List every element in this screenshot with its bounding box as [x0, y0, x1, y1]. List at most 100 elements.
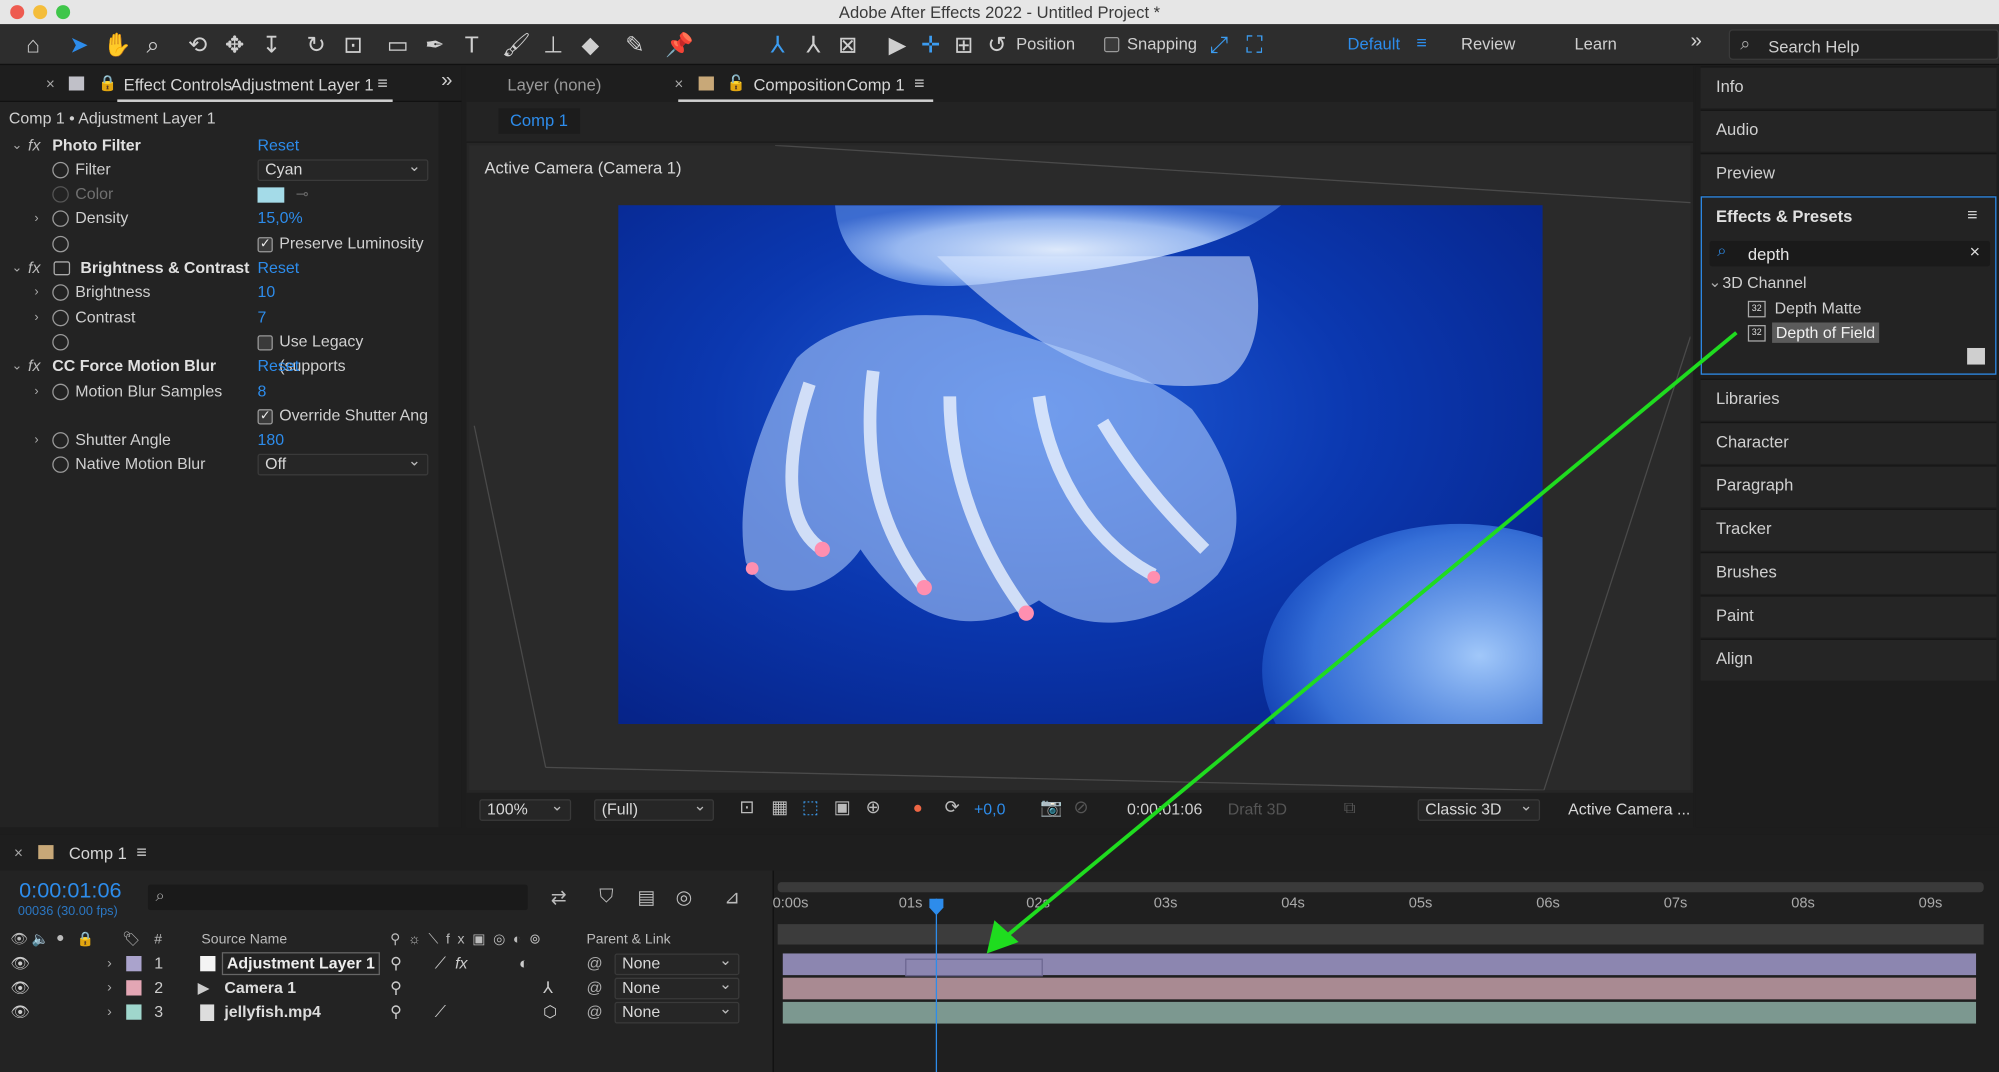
renderer-dropdown[interactable]: Classic 3D: [1417, 797, 1541, 821]
pick-whip-icon[interactable]: @: [586, 952, 602, 976]
paragraph-panel-header[interactable]: Paragraph: [1700, 465, 1997, 508]
expand-chevron-icon[interactable]: ›: [34, 428, 38, 452]
audio-panel-header[interactable]: Audio: [1700, 109, 1997, 152]
brushes-panel-header[interactable]: Brushes: [1700, 551, 1997, 594]
3d-layer-switch-icon[interactable]: ⅄: [543, 976, 553, 1000]
panel-expand-icon[interactable]: »: [441, 70, 452, 93]
workspace-review[interactable]: Review: [1461, 34, 1515, 53]
graph-editor-icon[interactable]: ⊿: [724, 886, 740, 909]
anchor-point-tool-icon[interactable]: ⊡: [338, 29, 369, 60]
snap-features-icon[interactable]: ⛶: [1239, 29, 1270, 60]
panel-menu-icon[interactable]: ≡: [1967, 204, 1977, 224]
layer-name[interactable]: jellyfish.mp4: [224, 1001, 321, 1025]
stopwatch-icon[interactable]: [52, 161, 69, 179]
stopwatch-icon[interactable]: [52, 383, 69, 401]
collapse-chevron-icon[interactable]: ⌄: [11, 256, 22, 280]
parent-dropdown[interactable]: None: [614, 975, 740, 1000]
zoom-window-button[interactable]: [56, 5, 71, 20]
local-axis-mode-icon[interactable]: ⅄: [762, 29, 793, 60]
shy-switch-icon[interactable]: ⚲: [390, 976, 402, 1000]
fast-previews-icon[interactable]: ⊡: [739, 797, 754, 819]
source-name-header[interactable]: Source Name: [201, 932, 287, 947]
libraries-panel-header[interactable]: Libraries: [1700, 378, 1997, 421]
composition-tab-label[interactable]: Composition: [753, 75, 845, 94]
stopwatch-icon[interactable]: [52, 186, 69, 203]
density-value[interactable]: 15,0%: [258, 206, 303, 230]
search-help-field[interactable]: ⌕ Search Help: [1728, 29, 1999, 60]
mask-visibility-icon[interactable]: ⬚: [802, 797, 819, 819]
view-axis-mode-icon[interactable]: ⊠: [832, 29, 863, 60]
stopwatch-icon[interactable]: [52, 309, 69, 327]
layer-bar-footage[interactable]: [782, 1001, 1977, 1024]
effect-photo-filter[interactable]: ⌄ fx Photo Filter Reset: [0, 134, 433, 158]
workspace-default[interactable]: Default: [1348, 34, 1401, 53]
effects-search-field[interactable]: ⌕ depth ×: [1709, 240, 1991, 267]
world-axis-mode-icon[interactable]: ⅄: [798, 29, 829, 60]
collapse-chevron-icon[interactable]: ⌄: [11, 134, 22, 158]
3d-layer-switch-icon[interactable]: ⬡: [543, 1001, 557, 1025]
effect-result-depth-of-field[interactable]: 32 Depth of Field: [1747, 322, 1990, 345]
effect-result-depth-matte[interactable]: 32 Depth Matte: [1747, 298, 1990, 321]
snapping-label[interactable]: Snapping: [1127, 34, 1197, 53]
stopwatch-icon[interactable]: [52, 432, 69, 449]
stopwatch-icon[interactable]: [52, 235, 69, 253]
rotation-tool-icon[interactable]: ↻: [301, 29, 332, 60]
lock-icon[interactable]: 🔒: [98, 74, 117, 92]
timeline-navigator[interactable]: [777, 924, 1984, 945]
clear-search-icon[interactable]: ×: [1970, 241, 1980, 261]
stopwatch-icon[interactable]: [52, 333, 69, 351]
align-panel-header[interactable]: Align: [1700, 638, 1997, 681]
selection-tool-icon[interactable]: ➤: [64, 29, 95, 60]
fx-icon[interactable]: fx: [28, 354, 40, 378]
show-snapshot-icon[interactable]: ⊘: [1073, 797, 1088, 819]
draft-3d-toggle[interactable]: Draft 3D: [1228, 800, 1287, 818]
exposure-value[interactable]: +0,0: [974, 800, 1005, 818]
resolution-dropdown[interactable]: (Full): [594, 797, 714, 821]
composition-tab-name[interactable]: Comp 1: [847, 75, 905, 94]
shy-switch-icon[interactable]: ⚲: [390, 952, 402, 976]
comp-mini-flowchart-icon[interactable]: ⇄: [551, 886, 567, 909]
snapping-checkbox[interactable]: [1104, 36, 1120, 53]
position-label[interactable]: Position: [1016, 34, 1075, 53]
contrast-value[interactable]: 7: [258, 306, 267, 330]
expand-chevron-icon[interactable]: ›: [34, 306, 38, 330]
native-motion-blur-dropdown[interactable]: Off: [257, 451, 429, 476]
pick-whip-icon[interactable]: @: [586, 1001, 602, 1025]
hand-tool-icon[interactable]: ✋: [102, 29, 133, 60]
3d-move-icon[interactable]: ✛: [915, 29, 946, 60]
playhead-handle[interactable]: [928, 898, 945, 917]
expand-chevron-icon[interactable]: ›: [107, 976, 112, 1000]
solo-icon[interactable]: ●: [56, 931, 64, 946]
zoom-tool-icon[interactable]: ⌕: [138, 29, 169, 60]
effect-controls-layer-name[interactable]: Adjustment Layer 1: [231, 75, 374, 94]
workspace-learn[interactable]: Learn: [1574, 34, 1616, 53]
panel-menu-icon[interactable]: ≡: [914, 73, 924, 93]
rectangle-tool-icon[interactable]: ▭: [382, 29, 413, 60]
shutter-angle-value[interactable]: 180: [258, 428, 285, 452]
eye-icon[interactable]: 👁: [10, 1001, 29, 1025]
reset-button[interactable]: Reset: [258, 256, 300, 280]
workspace-menu-icon[interactable]: ≡: [1416, 32, 1426, 52]
layer-label-color[interactable]: [126, 1004, 142, 1020]
layer-label-color[interactable]: [126, 980, 142, 996]
motion-blur-toggle-icon[interactable]: ◎: [676, 886, 693, 909]
layer-label-color[interactable]: [126, 956, 142, 972]
guides-grid-icon[interactable]: ⊕: [866, 797, 881, 819]
3d-view-dropdown[interactable]: Active Camera ...: [1568, 800, 1690, 818]
motion-blur-samples-value[interactable]: 8: [258, 380, 267, 404]
more-workspaces-icon[interactable]: »: [1690, 31, 1701, 54]
use-legacy-checkbox[interactable]: [257, 335, 273, 351]
clone-stamp-tool-icon[interactable]: ⊥: [538, 29, 569, 60]
extended-viewer-icon[interactable]: ⧉: [1344, 798, 1356, 818]
expand-chevron-icon[interactable]: ›: [34, 280, 38, 304]
magnification-dropdown[interactable]: 100%: [479, 797, 572, 821]
eye-icon[interactable]: 👁: [10, 931, 28, 947]
close-tab-icon[interactable]: ×: [46, 75, 55, 93]
effects-category-3d-channel[interactable]: 3D Channel: [1722, 274, 1806, 292]
snapshot-camera-icon[interactable]: 📷: [1040, 797, 1062, 819]
expand-chevron-icon[interactable]: ›: [107, 952, 112, 976]
info-panel-header[interactable]: Info: [1700, 66, 1997, 109]
reset-button[interactable]: Reset: [258, 354, 300, 378]
pick-whip-icon[interactable]: @: [586, 976, 602, 1000]
fx-icon[interactable]: fx: [28, 256, 40, 280]
